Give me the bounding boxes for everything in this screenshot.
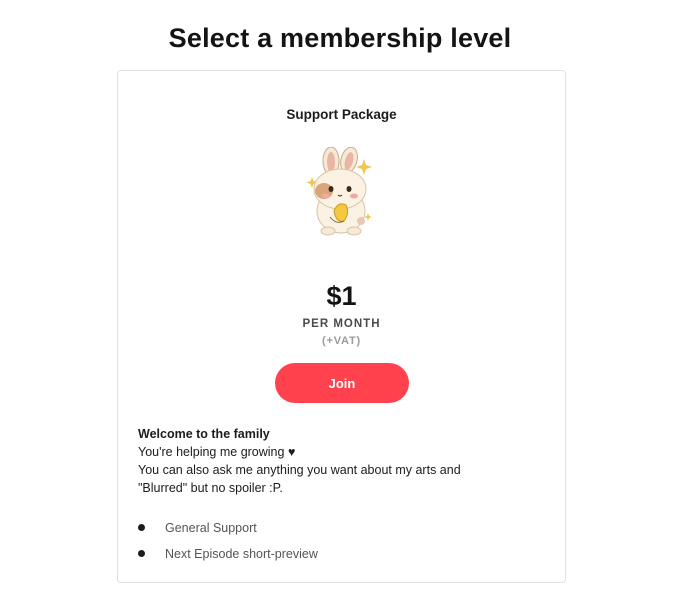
benefit-item: Next Episode short-preview: [138, 541, 548, 567]
tier-price: $1: [326, 281, 357, 311]
benefit-item: General Support: [138, 515, 548, 541]
bunny-illustration-icon: [306, 147, 372, 236]
tier-period: PER MONTH: [302, 318, 381, 330]
tier-name: Support Package: [286, 107, 397, 122]
benefit-label: General Support: [165, 521, 257, 535]
tier-card: Support Package $1 PER MONTH (+VAT) Join…: [117, 70, 566, 583]
description-line: "Blurred" but no spoiler :P.: [138, 481, 283, 495]
tier-description: Welcome to the family You're helping me …: [138, 425, 548, 497]
description-line: You're helping me growing ♥: [138, 445, 296, 459]
tier-tax-note: (+VAT): [322, 335, 361, 347]
bullet-icon: [138, 524, 145, 531]
bullet-icon: [138, 550, 145, 557]
description-line: You can also ask me anything you want ab…: [138, 463, 461, 477]
description-heading: Welcome to the family: [138, 427, 270, 441]
join-button[interactable]: Join: [275, 363, 409, 403]
benefit-label: Next Episode short-preview: [165, 547, 318, 561]
page-title: Select a membership level: [168, 23, 512, 53]
benefits-list: General Support Next Episode short-previ…: [138, 515, 548, 567]
